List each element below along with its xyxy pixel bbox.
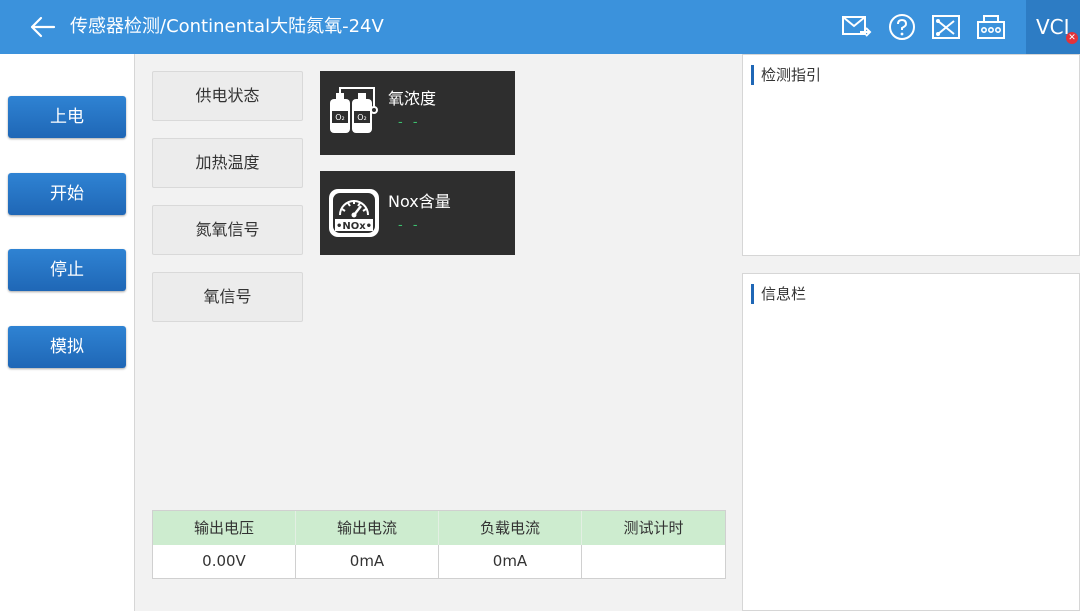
simulate-button[interactable]: 模拟 xyxy=(8,326,126,368)
value-output-current: 0mA xyxy=(296,545,439,578)
oxygen-concentration-value: - - xyxy=(398,115,421,130)
oxygen-tanks-icon: O₂ O₂ xyxy=(330,87,378,133)
guide-panel-title: 检测指引 xyxy=(751,65,821,85)
table-header-row: 输出电压 输出电流 负载电流 测试计时 xyxy=(153,511,725,545)
power-on-button[interactable]: 上电 xyxy=(8,96,126,138)
oxygen-concentration-label: 氧浓度 xyxy=(388,89,437,108)
nox-content-label: Nox含量 xyxy=(388,192,451,211)
value-output-voltage: 0.00V xyxy=(153,545,296,578)
header-load-current: 负载电流 xyxy=(439,511,582,545)
item-power-status[interactable]: 供电状态 xyxy=(152,71,303,121)
item-oxygen-signal[interactable]: 氧信号 xyxy=(152,272,303,322)
help-icon[interactable] xyxy=(886,12,918,42)
nox-content-value: - - xyxy=(398,218,421,233)
svg-text:O₂: O₂ xyxy=(335,113,345,122)
page-title: 传感器检测/Continental大陆氮氧-24V xyxy=(70,16,384,37)
stop-button[interactable]: 停止 xyxy=(8,249,126,291)
header-output-voltage: 输出电压 xyxy=(153,511,296,545)
header-test-timer: 测试计时 xyxy=(582,511,725,545)
svg-text:O₂: O₂ xyxy=(357,113,367,122)
svg-text:•NOx•: •NOx• xyxy=(336,221,372,232)
table-row: 0.00V 0mA 0mA xyxy=(153,545,725,578)
info-panel-title: 信息栏 xyxy=(751,284,806,304)
value-test-timer xyxy=(582,545,725,578)
item-heating-temp[interactable]: 加热温度 xyxy=(152,138,303,188)
header-bar: 传感器检测/Continental大陆氮氧-24V VCI ✕ xyxy=(0,0,1080,54)
guide-panel: 检测指引 xyxy=(742,54,1080,256)
output-table: 输出电压 输出电流 负载电流 测试计时 0.00V 0mA 0mA xyxy=(152,510,726,579)
back-arrow-icon[interactable] xyxy=(28,12,58,42)
nox-content-tile[interactable]: •NOx• Nox含量 - - xyxy=(320,171,515,255)
vehicle-interface-icon[interactable] xyxy=(975,12,1007,42)
header-output-current: 输出电流 xyxy=(296,511,439,545)
oxygen-concentration-tile[interactable]: O₂ O₂ 氧浓度 - - xyxy=(320,71,515,155)
info-panel: 信息栏 xyxy=(742,273,1080,611)
value-load-current: 0mA xyxy=(439,545,582,578)
disconnect-icon[interactable] xyxy=(930,12,962,42)
start-button[interactable]: 开始 xyxy=(8,173,126,215)
send-mail-icon[interactable] xyxy=(840,12,872,42)
vci-status[interactable]: VCI ✕ xyxy=(1026,0,1080,54)
vci-label: VCI xyxy=(1036,15,1070,39)
nox-gauge-icon: •NOx• xyxy=(329,189,379,237)
item-nox-signal[interactable]: 氮氧信号 xyxy=(152,205,303,255)
disconnected-badge-icon: ✕ xyxy=(1066,32,1078,44)
